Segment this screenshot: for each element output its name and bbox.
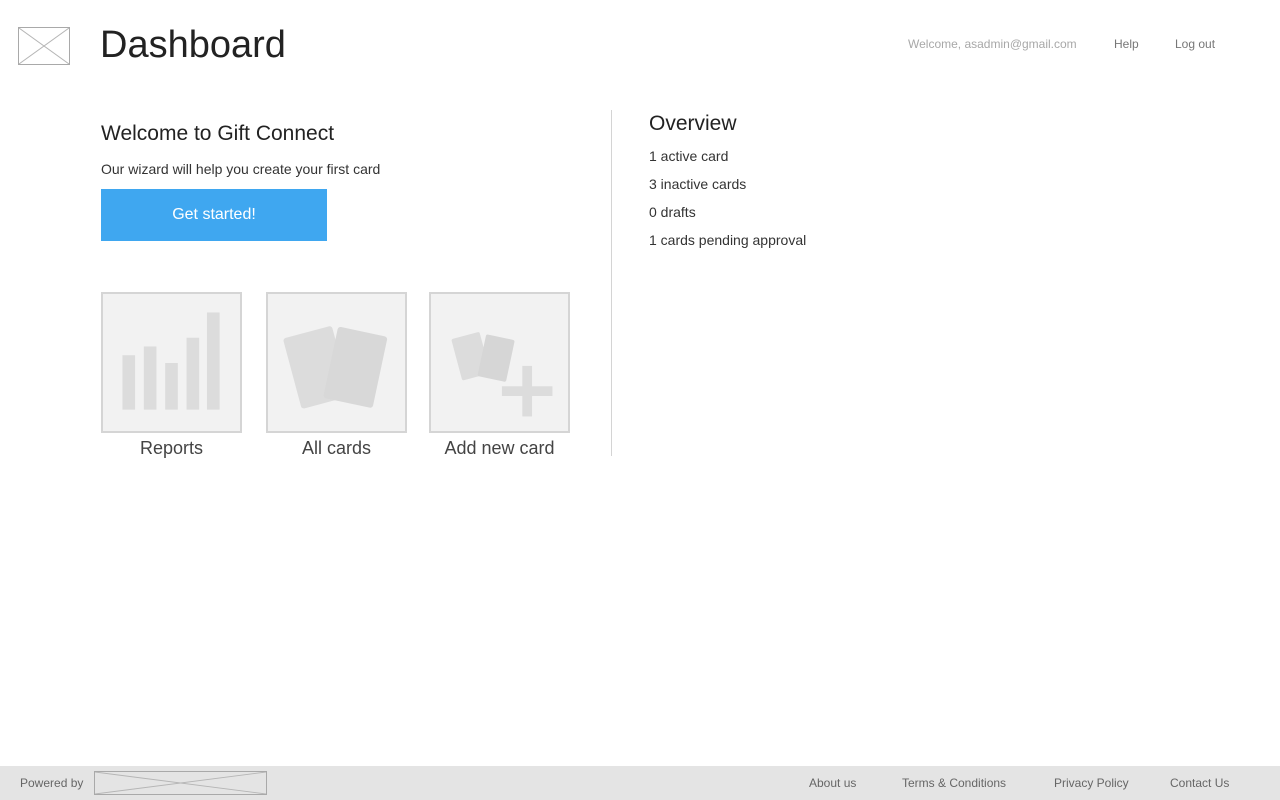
bar-chart-icon <box>122 312 220 410</box>
contact-us-link[interactable]: Contact Us <box>1170 776 1229 790</box>
powered-by-label: Powered by <box>20 776 84 790</box>
all-cards-tile[interactable]: All cards <box>266 292 407 459</box>
reports-label: Reports <box>139 438 204 458</box>
add-new-card-label: Add new card <box>444 438 555 458</box>
image-placeholder-icon <box>95 772 266 794</box>
help-link[interactable]: Help <box>1114 37 1139 51</box>
image-placeholder-icon <box>19 28 69 64</box>
logout-link[interactable]: Log out <box>1175 37 1215 51</box>
add-new-card-tile[interactable]: Add new card <box>429 292 570 459</box>
overview-item-inactive: 3 inactive cards <box>649 176 747 192</box>
overview-heading: Overview <box>649 112 737 135</box>
welcome-subtitle: Our wizard will help you create your fir… <box>101 161 381 177</box>
logo-image-placeholder[interactable] <box>18 27 70 65</box>
welcome-user-text: Welcome, asadmin@gmail.com <box>908 37 1077 51</box>
about-us-link[interactable]: About us <box>809 776 856 790</box>
reports-tile-box[interactable] <box>101 292 242 433</box>
cards-icon <box>283 326 388 409</box>
get-started-button[interactable]: Get started! <box>101 189 327 241</box>
welcome-heading: Welcome to Gift Connect <box>101 122 335 145</box>
column-divider <box>611 110 612 456</box>
add-new-card-tile-box[interactable] <box>429 292 570 433</box>
reports-tile[interactable]: Reports <box>101 292 242 459</box>
terms-link[interactable]: Terms & Conditions <box>902 776 1006 790</box>
all-cards-tile-box[interactable] <box>266 292 407 433</box>
overview-item-drafts: 0 drafts <box>649 204 696 220</box>
overview-item-active: 1 active card <box>649 148 729 164</box>
dashboard-page: Dashboard Welcome, asadmin@gmail.com Hel… <box>0 0 1280 800</box>
add-card-icon <box>451 332 553 417</box>
all-cards-label: All cards <box>301 438 372 458</box>
powered-by-logo-placeholder[interactable] <box>94 771 267 795</box>
footer: Powered by About us Terms & Conditions P… <box>0 766 1280 800</box>
overview-item-pending: 1 cards pending approval <box>649 232 807 248</box>
overview-list: 1 active card 3 inactive cards 0 drafts … <box>649 147 806 259</box>
privacy-policy-link[interactable]: Privacy Policy <box>1054 776 1129 790</box>
page-title: Dashboard <box>100 24 286 66</box>
